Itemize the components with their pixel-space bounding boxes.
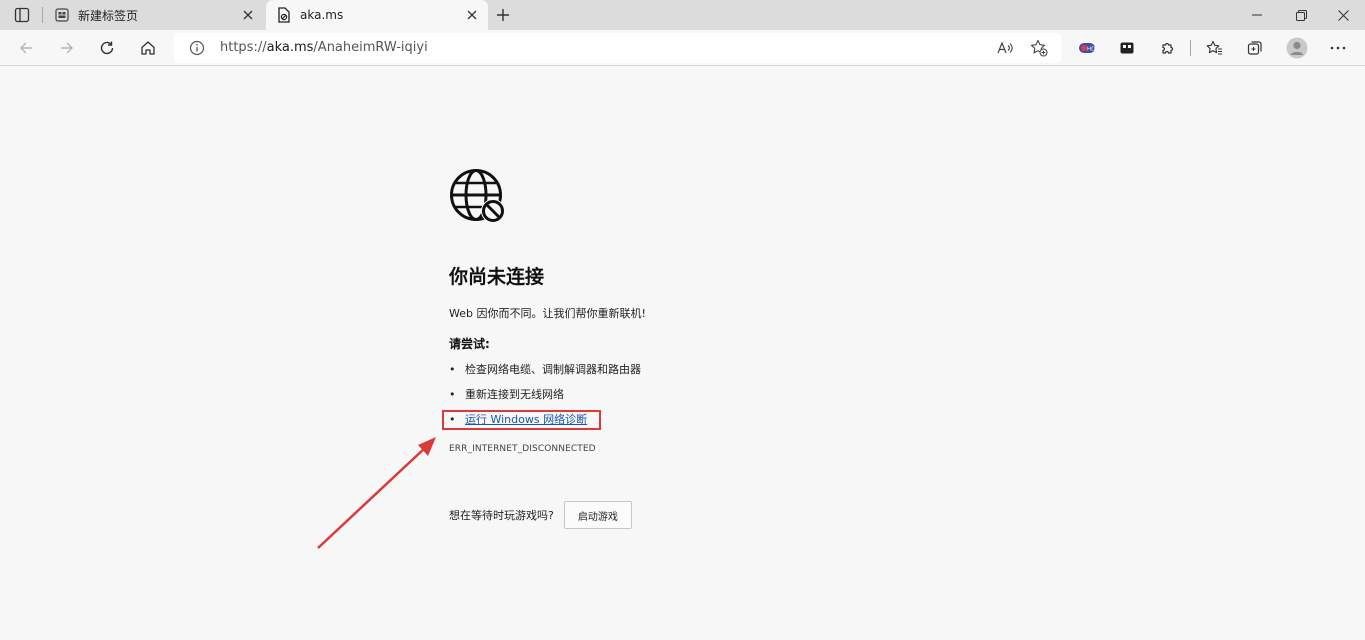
error-page: 你尚未连接 Web 因你而不同。让我们帮你重新联机! 请尝试: • 检查网络电缆、…: [449, 168, 769, 529]
tab-title: 新建标签页: [78, 8, 139, 23]
tab-aka-ms[interactable]: aka.ms: [266, 0, 488, 30]
plus-icon: [497, 9, 509, 21]
bullet: •: [449, 362, 456, 376]
svg-text:HD: HD: [1087, 46, 1095, 52]
suggestion-text: 检查网络电缆、调制解调器和路由器: [465, 363, 641, 376]
extension-button[interactable]: [1113, 34, 1141, 62]
favorites-icon: [1206, 40, 1222, 55]
page-file-icon: [276, 7, 292, 23]
tab-actions-button[interactable]: [8, 4, 36, 26]
list-item: • 检查网络电缆、调制解调器和路由器: [449, 361, 641, 377]
minimize-button[interactable]: [1234, 0, 1280, 30]
address-bar[interactable]: https://aka.ms/AnaheimRW-iqiyi: [174, 33, 1061, 63]
avatar-icon: [1286, 37, 1308, 59]
bullet: •: [449, 387, 456, 401]
toolbar-divider: [1190, 40, 1191, 56]
extension-iqiyi-button[interactable]: HD: [1073, 34, 1101, 62]
forward-arrow-icon: [61, 42, 73, 54]
new-tab-page-icon: [54, 7, 70, 23]
url-host: aka.ms: [266, 40, 314, 55]
minimize-icon: [1252, 14, 1262, 16]
error-code: ERR_INTERNET_DISCONNECTED: [449, 444, 596, 454]
collections-button[interactable]: [1241, 34, 1269, 62]
forward-button[interactable]: [53, 34, 81, 62]
close-icon: [1337, 9, 1349, 21]
description: Web 因你而不同。让我们帮你重新联机!: [449, 307, 646, 320]
favorites-button[interactable]: [1200, 34, 1228, 62]
list-item: • 重新连接到无线网络: [449, 386, 564, 402]
back-arrow-icon: [20, 42, 32, 54]
globe-disconnected-icon: [450, 169, 505, 223]
more-icon: [1330, 46, 1346, 50]
close-window-button[interactable]: [1320, 0, 1365, 30]
home-icon: [141, 41, 155, 55]
back-button[interactable]: [12, 34, 40, 62]
url-path: /AnaheimRW-iqiyi: [313, 40, 428, 55]
page-title: 你尚未连接: [449, 266, 545, 288]
tab-actions-icon: [14, 7, 30, 23]
refresh-button[interactable]: [93, 34, 121, 62]
annotation-arrow: [317, 437, 436, 549]
browser-toolbar: https://aka.ms/AnaheimRW-iqiyi HD: [0, 30, 1365, 66]
extensions-button[interactable]: [1154, 34, 1182, 62]
refresh-icon: [100, 41, 114, 55]
profile-button[interactable]: [1283, 34, 1311, 62]
settings-more-button[interactable]: [1324, 34, 1352, 62]
game-prompt: 想在等待时玩游戏吗?: [449, 509, 554, 522]
url-prefix: https://: [220, 40, 267, 55]
try-heading: 请尝试:: [449, 337, 490, 351]
home-button[interactable]: [134, 34, 162, 62]
info-icon[interactable]: [188, 39, 206, 57]
add-favorite-icon[interactable]: [1026, 35, 1052, 61]
read-aloud-icon[interactable]: [993, 35, 1019, 61]
restore-button[interactable]: [1278, 0, 1324, 30]
new-tab-button[interactable]: [492, 4, 514, 26]
start-game-button[interactable]: 启动游戏: [563, 501, 632, 529]
game-prompt-row: 想在等待时玩游戏吗? 启动游戏: [449, 501, 632, 529]
url-text[interactable]: https://aka.ms/AnaheimRW-iqiyi: [220, 40, 428, 55]
game-extension-icon: [1120, 42, 1134, 54]
close-tab-icon[interactable]: [238, 5, 258, 25]
suggestion-text: 重新连接到无线网络: [465, 388, 564, 401]
highlight-box: [442, 410, 601, 430]
close-tab-icon[interactable]: [462, 5, 482, 25]
divider: [42, 7, 43, 23]
tab-title: aka.ms: [300, 8, 344, 22]
restore-icon: [1295, 9, 1307, 21]
tab-new-tab[interactable]: 新建标签页: [44, 0, 264, 30]
collections-icon: [1247, 41, 1262, 55]
iqiyi-extension-icon: HD: [1079, 43, 1095, 53]
puzzle-icon: [1162, 42, 1174, 54]
tab-bar: 新建标签页 aka.ms: [0, 0, 1365, 30]
